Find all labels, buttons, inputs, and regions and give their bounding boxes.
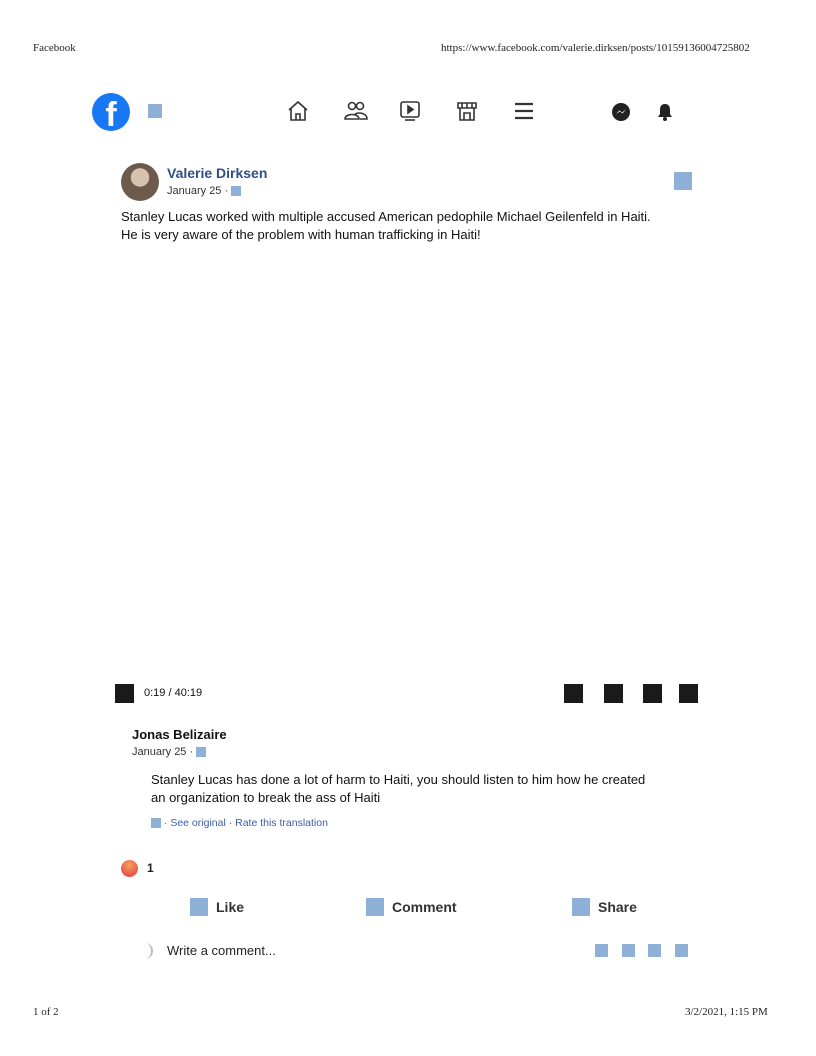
watch-icon[interactable] <box>398 99 422 123</box>
audience-icon <box>231 186 242 197</box>
gif-icon[interactable] <box>648 944 661 957</box>
settings-button[interactable] <box>564 684 583 703</box>
post-options-icon[interactable] <box>674 172 692 190</box>
post-text-line-1: Stanley Lucas worked with multiple accus… <box>121 209 651 224</box>
search-icon[interactable] <box>148 104 162 118</box>
more-video-options-button[interactable] <box>679 684 698 703</box>
composer-avatar <box>117 943 153 959</box>
home-icon[interactable] <box>286 99 310 123</box>
like-label: Like <box>216 899 245 915</box>
share-label: Share <box>598 899 637 915</box>
translation-text[interactable]: · See original · Rate this translation <box>164 817 328 829</box>
translate-icon <box>151 818 161 829</box>
share-icon <box>572 898 590 916</box>
emoji-icon[interactable] <box>595 944 608 957</box>
print-page-number: 1 of 2 <box>33 1006 59 1018</box>
facebook-logo[interactable]: f <box>92 93 130 131</box>
comment-label: Comment <box>392 899 457 915</box>
play-button[interactable] <box>115 684 134 703</box>
post-date-text: January 25 · <box>167 185 229 197</box>
comment-icon <box>366 898 384 916</box>
print-datetime: 3/2/2021, 1:15 PM <box>685 1006 768 1018</box>
comment-text-line-2: an organization to break the ass of Hait… <box>151 790 381 805</box>
comment-author-name[interactable]: Jonas Belizaire <box>132 727 227 742</box>
print-page-title: Facebook <box>33 42 76 54</box>
translation-links[interactable]: · See original · Rate this translation <box>151 817 328 829</box>
like-button[interactable]: Like <box>190 898 244 916</box>
print-page-url: https://www.facebook.com/valerie.dirksen… <box>441 42 750 54</box>
comment-date[interactable]: January 25 · <box>132 746 207 758</box>
comment-button[interactable]: Comment <box>366 898 457 916</box>
audience-icon <box>196 747 207 758</box>
sticker-icon[interactable] <box>675 944 688 957</box>
menu-icon[interactable] <box>512 99 536 123</box>
comment-text-line-1: Stanley Lucas has done a lot of harm to … <box>151 772 646 787</box>
author-avatar[interactable] <box>121 163 159 201</box>
comment-input[interactable]: Write a comment... <box>167 943 276 958</box>
comment-text: Stanley Lucas has done a lot of harm to … <box>151 771 711 807</box>
like-icon <box>190 898 208 916</box>
messenger-icon[interactable] <box>611 102 631 122</box>
angry-reaction-icon[interactable] <box>121 860 138 877</box>
notifications-icon[interactable] <box>656 102 674 122</box>
comment-date-text: January 25 · <box>132 746 194 758</box>
reaction-count[interactable]: 1 <box>147 861 154 875</box>
friends-icon[interactable] <box>343 99 369 123</box>
share-button[interactable]: Share <box>572 898 637 916</box>
video-time-readout: 0:19 / 40:19 <box>144 687 203 699</box>
post-text: Stanley Lucas worked with multiple accus… <box>121 208 721 244</box>
post-author-name[interactable]: Valerie Dirksen <box>167 165 267 181</box>
post-text-line-2: He is very aware of the problem with hum… <box>121 227 481 242</box>
post-date[interactable]: January 25 · <box>167 185 242 197</box>
fullscreen-button[interactable] <box>643 684 662 703</box>
camera-icon[interactable] <box>622 944 635 957</box>
volume-button[interactable] <box>604 684 623 703</box>
marketplace-icon[interactable] <box>455 99 479 123</box>
